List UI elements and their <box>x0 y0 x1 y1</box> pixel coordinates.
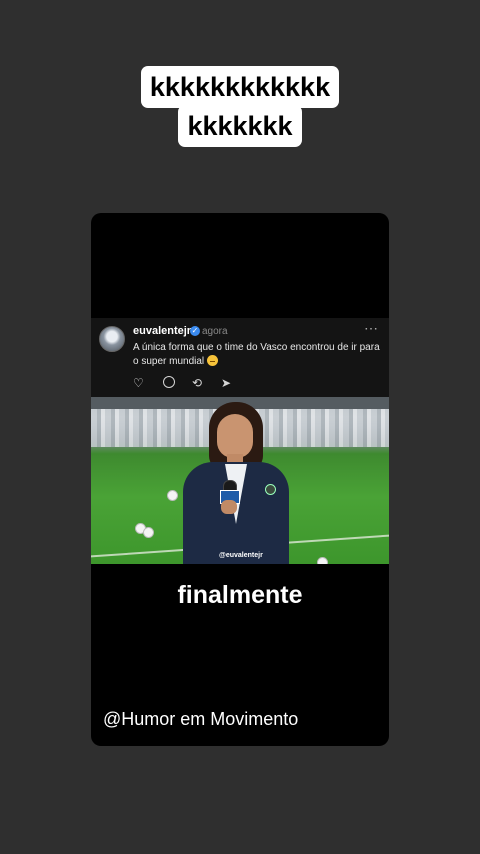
like-heart-icon[interactable]: ♡ <box>133 376 144 390</box>
comment-bubble-icon[interactable] <box>163 376 175 391</box>
reporter-face <box>217 414 253 458</box>
reporter-hand <box>221 500 237 514</box>
soccer-ball <box>143 527 154 538</box>
avatar[interactable] <box>99 326 125 352</box>
reporter-figure <box>181 402 291 564</box>
more-options-icon[interactable]: ⋯ <box>364 320 379 337</box>
post-text: A única forma que o time do Vasco encont… <box>133 341 381 369</box>
post-actions: ♡ ⟲ ➤ <box>133 376 253 390</box>
verified-icon: ✓ <box>190 326 200 336</box>
caption-line-1: kkkkkkkkkkkk <box>140 66 340 108</box>
club-badge-icon <box>265 484 276 495</box>
repost-icon[interactable]: ⟲ <box>192 376 202 390</box>
video-watermark: @euvalentejr <box>219 552 263 559</box>
post-text-body: A única forma que o time do Vasco encont… <box>133 342 380 367</box>
story-caption: kkkkkkkkkkkk kkkkkkk <box>0 66 480 147</box>
overlay-text: finalmente <box>177 581 303 609</box>
smirk-emoji-icon <box>207 355 219 366</box>
soccer-ball <box>167 490 178 501</box>
soccer-ball <box>317 557 328 564</box>
post-username[interactable]: euvalentejr <box>133 325 191 337</box>
social-post: euvalentejr ✓ agora ⋯ A única forma que … <box>91 318 389 398</box>
caption-line-2: kkkkkkk <box>178 105 302 147</box>
credit-text: @Humor em Movimento <box>103 709 299 729</box>
post-time: agora <box>202 326 228 337</box>
share-send-icon[interactable]: ➤ <box>221 376 231 390</box>
video-card[interactable]: euvalentejr ✓ agora ⋯ A única forma que … <box>91 213 389 746</box>
video-frame[interactable]: @euvalentejr <box>91 397 389 564</box>
